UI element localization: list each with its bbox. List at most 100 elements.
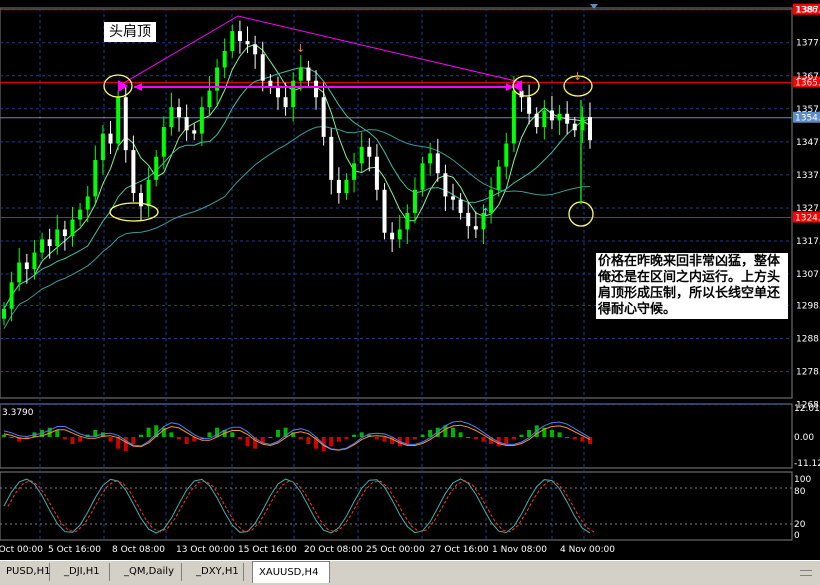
candle-body	[146, 179, 151, 207]
price-tick-label: 1347.5	[796, 138, 820, 148]
date-tick-label: 8 Oct 08:00	[112, 545, 165, 555]
macd-bar	[329, 437, 334, 447]
candle-body	[253, 44, 258, 55]
macd-tick-label: 0.00	[794, 433, 814, 443]
macd-bar	[169, 432, 174, 437]
macd-bar	[230, 432, 235, 437]
macd-bar	[245, 437, 250, 447]
candle-body	[298, 67, 303, 81]
candle-body	[17, 262, 22, 283]
candle-body	[572, 123, 577, 131]
candle-body	[123, 97, 128, 151]
macd-bar	[473, 437, 478, 440]
candle-body	[321, 97, 326, 137]
candle-body	[70, 219, 75, 237]
candle-body	[511, 90, 516, 144]
candle-body	[169, 107, 174, 127]
candle-body	[116, 97, 121, 144]
tab-dxy[interactable]: _DXY,H1	[190, 563, 244, 581]
stoch-tick-label: 80	[794, 487, 806, 497]
candle-body	[534, 113, 539, 127]
candle-body	[100, 133, 105, 161]
candle-body	[374, 156, 379, 190]
candle-body	[473, 226, 478, 230]
up-arrow-icon: ↑	[481, 206, 490, 219]
macd-bar	[428, 430, 433, 437]
candle-body	[207, 90, 212, 108]
candle-body	[542, 110, 547, 127]
down-arrow-icon: ↓	[573, 70, 582, 83]
candle-body	[428, 153, 433, 164]
candle-body	[24, 262, 29, 270]
date-tick-label: 27 Oct 16:00	[430, 545, 489, 555]
candle-body	[549, 110, 554, 121]
candle-body	[154, 156, 159, 180]
macd-bar	[9, 437, 14, 438]
candle-body	[527, 97, 532, 114]
candle-body	[199, 107, 204, 134]
macd-bar	[207, 432, 212, 437]
candle-body	[237, 31, 242, 42]
macd-bar	[451, 427, 456, 437]
level-label-3: 1324.	[795, 214, 820, 224]
macd-bar	[420, 434, 425, 437]
candle-body	[47, 239, 52, 246]
candle-body	[565, 113, 570, 124]
date-tick-label: 25 Oct 00:00	[366, 545, 425, 555]
macd-bar	[2, 434, 6, 437]
candle-body	[504, 143, 509, 167]
candle-body	[382, 189, 387, 233]
analysis-note: 价格在昨晚来回非常凶猛，整体俺还是在区间之内运行。上方头肩顶形成压制，所以长线空…	[596, 253, 788, 319]
price-tick-label: 1367.5	[796, 72, 820, 82]
candle-body	[2, 308, 6, 319]
macd-bar	[344, 437, 349, 440]
macd-bar	[78, 437, 83, 442]
macd-bar	[146, 427, 151, 437]
tab-pusd[interactable]: PUSD,H1	[0, 563, 50, 581]
candle-body	[291, 80, 296, 108]
price-tick-label: 1327.5	[796, 204, 820, 214]
macd-bar	[382, 437, 387, 442]
candle-body	[192, 130, 197, 134]
macd-bar	[177, 437, 182, 440]
candle-body	[329, 136, 334, 180]
macd-bar	[549, 430, 554, 437]
candle-body	[458, 199, 463, 213]
candle-body	[359, 146, 364, 164]
price-tick-label: 1288.0	[796, 335, 820, 345]
candle-body	[260, 54, 265, 81]
macd-bar	[565, 437, 570, 438]
macd-bar	[458, 432, 463, 437]
pattern-label: 头肩顶	[104, 22, 156, 42]
macd-bar	[275, 430, 280, 437]
candle-body	[245, 41, 250, 45]
tab-scroll-grip[interactable]	[800, 570, 812, 576]
macd-bar	[352, 434, 357, 437]
date-tick-label: 4 Nov 00:00	[560, 545, 615, 555]
macd-bar	[184, 437, 189, 444]
tab-xauusd[interactable]: XAUUSD,H4	[252, 561, 330, 583]
candle-body	[352, 163, 357, 180]
macd-bar	[374, 437, 379, 440]
candle-body	[420, 163, 425, 190]
candle-body	[405, 212, 410, 230]
macd-bar	[306, 437, 311, 444]
macd-value-label: 3.3790	[2, 408, 34, 418]
candle-body	[9, 282, 14, 309]
candle-body	[32, 252, 37, 270]
candle-body	[275, 87, 280, 98]
macd-bar	[519, 434, 524, 437]
candle-body	[588, 117, 592, 141]
macd-bar	[336, 437, 341, 442]
candle-body	[222, 50, 227, 68]
date-tick-label: 1 Oct 00:00	[0, 545, 43, 555]
tab-dji[interactable]: _DJI,H1	[58, 563, 110, 581]
price-tick-label: 1278.0	[796, 368, 820, 378]
price-tick-label: 1268.0	[796, 401, 820, 411]
macd-bar	[557, 432, 562, 437]
stoch-tick-label: 100	[794, 475, 811, 485]
tab-qm[interactable]: _QM,Daily	[118, 563, 182, 581]
macd-tick-label: -11.12	[794, 459, 820, 469]
candle-body	[412, 189, 417, 213]
candle-body	[138, 193, 143, 207]
